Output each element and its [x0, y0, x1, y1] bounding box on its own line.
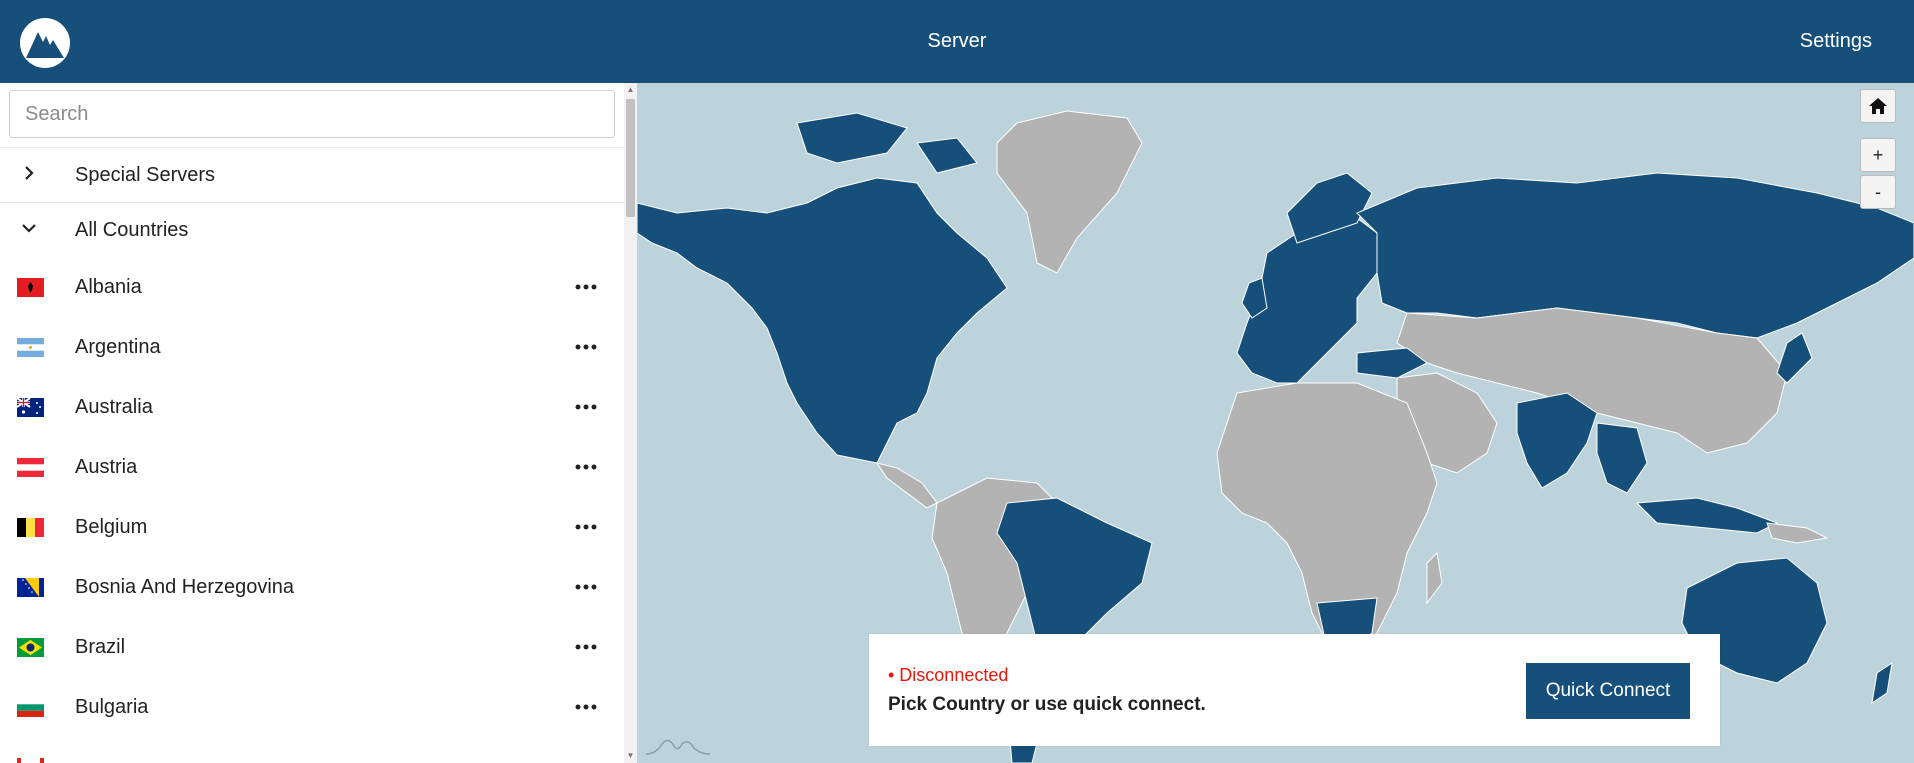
group-all-countries[interactable]: All Countries — [0, 202, 624, 257]
bosnia-flag-icon — [17, 577, 44, 597]
scrollbar-thumb[interactable] — [626, 99, 635, 217]
country-row-albania[interactable]: Albania — [0, 257, 624, 317]
new-guinea — [1766, 522, 1829, 544]
albania-flag-icon — [17, 277, 44, 297]
map-watermark-icon — [645, 739, 711, 755]
scroll-down-arrow-icon[interactable]: ▼ — [626, 751, 635, 761]
more-options-icon[interactable] — [572, 454, 600, 480]
search-box — [9, 90, 615, 138]
bulgaria-flag-icon — [17, 697, 44, 717]
country-row-belgium[interactable]: Belgium — [0, 497, 624, 557]
more-options-icon[interactable] — [572, 334, 600, 360]
more-options-icon[interactable] — [572, 694, 600, 720]
austria-flag-icon — [17, 457, 44, 477]
connection-status: • Disconnected — [888, 665, 1009, 685]
more-options-icon[interactable] — [572, 514, 600, 540]
group-label: All Countries — [75, 218, 189, 241]
more-options-icon[interactable] — [572, 394, 600, 420]
map-home-button[interactable] — [1860, 89, 1896, 123]
server-sidebar: Special Servers All Countries Albania — [0, 83, 637, 763]
more-options-icon[interactable] — [572, 574, 600, 600]
settings-link[interactable]: Settings — [1800, 30, 1872, 53]
more-options-icon[interactable] — [572, 274, 600, 300]
country-label: Brazil — [75, 635, 126, 658]
country-row-brazil[interactable]: Brazil — [0, 617, 624, 677]
greenland — [996, 110, 1143, 274]
flag-icon — [17, 757, 44, 763]
argentina-flag-icon — [17, 337, 44, 357]
country-row-austria[interactable]: Austria — [0, 437, 624, 497]
chevron-right-icon — [25, 166, 34, 180]
group-special-servers[interactable]: Special Servers — [0, 147, 624, 202]
search-input[interactable] — [9, 90, 615, 138]
home-icon — [1869, 98, 1887, 114]
madagascar — [1426, 551, 1443, 605]
country-label: Argentina — [75, 335, 161, 358]
belgium-flag-icon — [17, 517, 44, 537]
country-label: Austria — [75, 455, 138, 478]
country-row-australia[interactable]: Australia — [0, 377, 624, 437]
status-message: Pick Country or use quick connect. — [888, 694, 1206, 715]
country-label: Australia — [75, 395, 153, 418]
connection-status-card: • Disconnected Pick Country or use quick… — [869, 634, 1720, 746]
sidebar-scrollbar[interactable]: ▲ ▼ — [624, 83, 637, 763]
southeast-asia — [1596, 422, 1648, 494]
country-label: Belgium — [75, 515, 148, 538]
zoom-in-button[interactable]: + — [1860, 138, 1896, 172]
group-label: Special Servers — [75, 163, 216, 186]
country-row-partial[interactable] — [0, 737, 624, 763]
australia-flag-icon — [17, 397, 44, 417]
chevron-down-icon — [22, 224, 36, 233]
page-title: Server — [927, 30, 987, 52]
country-label: Albania — [75, 275, 142, 298]
north-america-blue — [637, 177, 1008, 464]
country-label: Bulgaria — [75, 695, 149, 718]
country-row-bosnia-and-herzegovina[interactable]: Bosnia And Herzegovina — [0, 557, 624, 617]
russia — [1356, 172, 1914, 339]
top-bar: Server Settings — [0, 0, 1914, 83]
server-list: Special Servers All Countries Albania Ar… — [0, 147, 624, 763]
new-zealand — [1871, 661, 1893, 705]
brazil-flag-icon — [17, 637, 44, 657]
country-label: Bosnia And Herzegovina — [75, 575, 295, 598]
japan — [1776, 332, 1813, 384]
zoom-out-button[interactable]: - — [1860, 175, 1896, 209]
quick-connect-button[interactable]: Quick Connect — [1526, 663, 1690, 719]
india — [1516, 392, 1598, 489]
country-row-argentina[interactable]: Argentina — [0, 317, 624, 377]
more-options-icon[interactable] — [572, 634, 600, 660]
scroll-up-arrow-icon[interactable]: ▲ — [626, 85, 635, 95]
central-america — [875, 462, 938, 509]
arctic-islands — [796, 112, 978, 174]
country-row-bulgaria[interactable]: Bulgaria — [0, 677, 624, 737]
indonesia — [1635, 497, 1779, 534]
